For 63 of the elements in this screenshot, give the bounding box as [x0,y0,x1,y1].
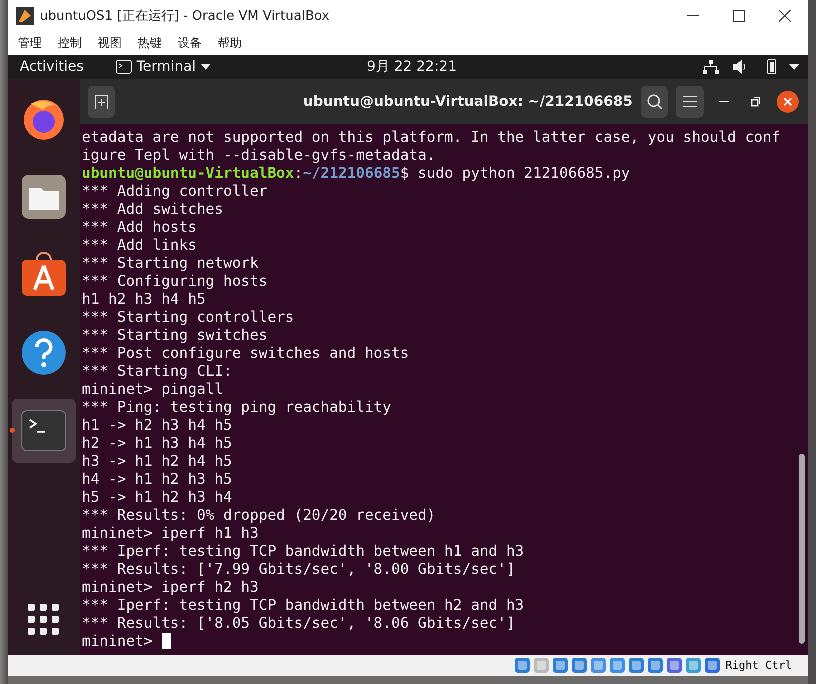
terminal-line: *** Add switches [82,201,224,219]
running-indicator [10,428,15,433]
help-icon [21,330,67,376]
terminal-line: mininet> pingall [82,381,224,399]
clock[interactable]: 9月 22 22:21 [211,58,613,76]
app-menu[interactable]: Terminal [116,59,212,75]
minimize-icon [687,15,699,17]
plus-icon [94,94,110,110]
search-icon [646,94,662,110]
scrollbar[interactable] [799,454,805,644]
menu-button[interactable] [676,86,704,118]
activities-button[interactable]: Activities [20,59,84,75]
terminal-line: *** Add hosts [82,219,198,237]
terminal-line: *** Starting switches [82,327,269,345]
close-icon [779,10,791,22]
minimize-icon [718,100,729,102]
maximize-icon [733,10,745,22]
terminal-line: *** Results: ['7.99 Gbits/sec', '8.00 Gbits/sec'] [82,561,516,579]
menu-icon [682,96,697,108]
terminal-line: *** Starting CLI: [82,363,234,381]
terminal-line: *** Iperf: testing TCP bandwidth between h2 and h3 [82,597,526,615]
menu-item[interactable]: 设备 [172,35,208,52]
terminal-icon [116,60,132,74]
terminal-line: *** Configuring hosts [82,273,269,291]
close-icon [776,90,799,112]
terminal-line: igure Tepl with --disable-gvfs-metadata. [82,147,437,165]
menu-item[interactable]: 管理 [12,35,48,52]
terminal-line: *** Iperf: testing TCP bandwidth between h1 and h3 [82,543,526,561]
terminal-line: etadata are not supported on this platform. In the latter case, you should conf [82,129,782,147]
menu-item[interactable]: 热键 [132,35,168,52]
terminal-line: mininet> [82,633,808,651]
terminal-line: *** Results: 0% dropped (20/20 received) [82,507,437,525]
terminal-line: h1 h2 h3 h4 h5 [82,291,207,309]
terminal-line: *** Results: ['8.05 Gbits/sec', '8.06 Gbits/sec'] [82,615,516,633]
menu-item[interactable]: 视图 [92,35,128,52]
terminal-line: h2 -> h1 h3 h4 h5 [82,435,234,453]
menu-item[interactable]: 控制 [52,35,88,52]
menu-item[interactable]: 帮助 [212,35,248,52]
shopping-bag-icon [21,252,67,298]
search-button[interactable] [640,86,668,118]
caret-icon [201,64,212,70]
terminal-line: mininet> iperf h1 h3 [82,525,260,543]
terminal-line: *** Post configure switches and hosts [82,345,410,363]
terminal-line: h3 -> h1 h2 h4 h5 [82,453,234,471]
system-menu-icon[interactable] [789,64,800,70]
grid-icon [28,604,60,636]
window-title: ubuntuOS1 [正在运行] - Oracle VM VirtualBox [40,8,331,25]
terminal-icon [21,410,67,452]
restore-icon [750,96,761,106]
host-key-label: Right Ctrl [726,659,792,672]
terminal-line: ubuntu@ubuntu-VirtualBox:~/212106685$ sudo python 212106685.py [82,165,632,183]
terminal-line: *** Starting network [82,255,260,273]
app-icon [16,7,34,25]
new-tab-button[interactable] [88,86,116,118]
terminal-line: mininet> iperf h2 h3 [82,579,260,597]
terminal-line: *** Adding controller [82,183,269,201]
terminal-title: ubuntu@ubuntu-VirtualBox: ~/212106685 [303,94,633,110]
terminal-line: h5 -> h1 h2 h3 h4 [82,489,234,507]
terminal-line: h1 -> h2 h3 h4 h5 [82,417,234,435]
terminal-line: *** Add links [82,237,198,255]
terminal-line: *** Starting controllers [82,309,296,327]
terminal-line: h4 -> h1 h2 h3 h5 [82,471,234,489]
terminal-line: *** Ping: testing ping reachability [82,399,392,417]
